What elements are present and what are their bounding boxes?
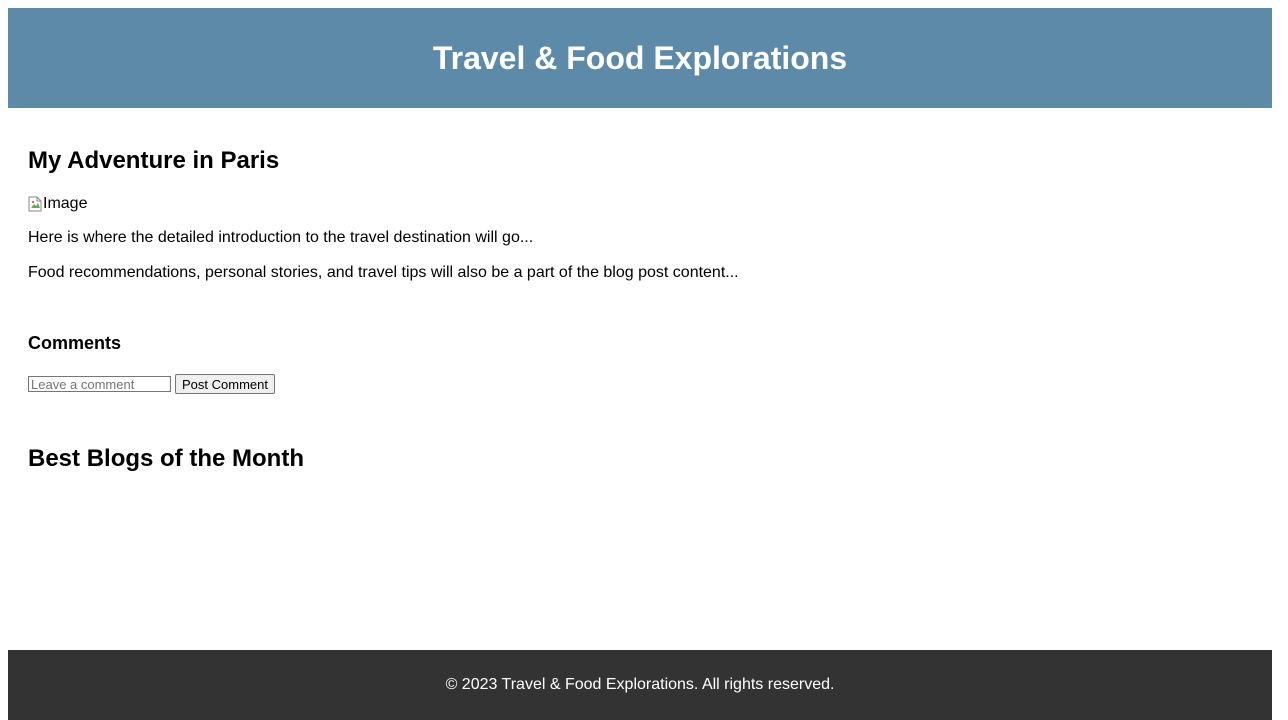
site-footer: © 2023 Travel & Food Explorations. All r…	[8, 650, 1272, 720]
site-header: Travel & Food Explorations	[8, 8, 1272, 108]
post-image-alt: Image	[43, 195, 88, 212]
post-content: Food recommendations, personal stories, …	[28, 264, 739, 281]
post-title: My Adventure in Paris	[28, 147, 280, 174]
footer-text: © 2023 Travel & Food Explorations. All r…	[445, 676, 835, 693]
comments-title: Comments	[28, 333, 122, 353]
comment-input[interactable]	[28, 376, 171, 392]
post-image: Image	[28, 195, 87, 213]
page: Travel & Food Explorations My Adventure …	[0, 0, 1288, 720]
best-blogs-title: Best Blogs of the Month	[28, 445, 304, 472]
comment-form: Post Comment	[28, 374, 275, 394]
site-title: Travel & Food Explorations	[432, 39, 848, 76]
post-comment-button[interactable]: Post Comment	[175, 374, 275, 394]
broken-image-icon	[28, 196, 42, 212]
post-intro: Here is where the detailed introduction …	[28, 229, 534, 246]
